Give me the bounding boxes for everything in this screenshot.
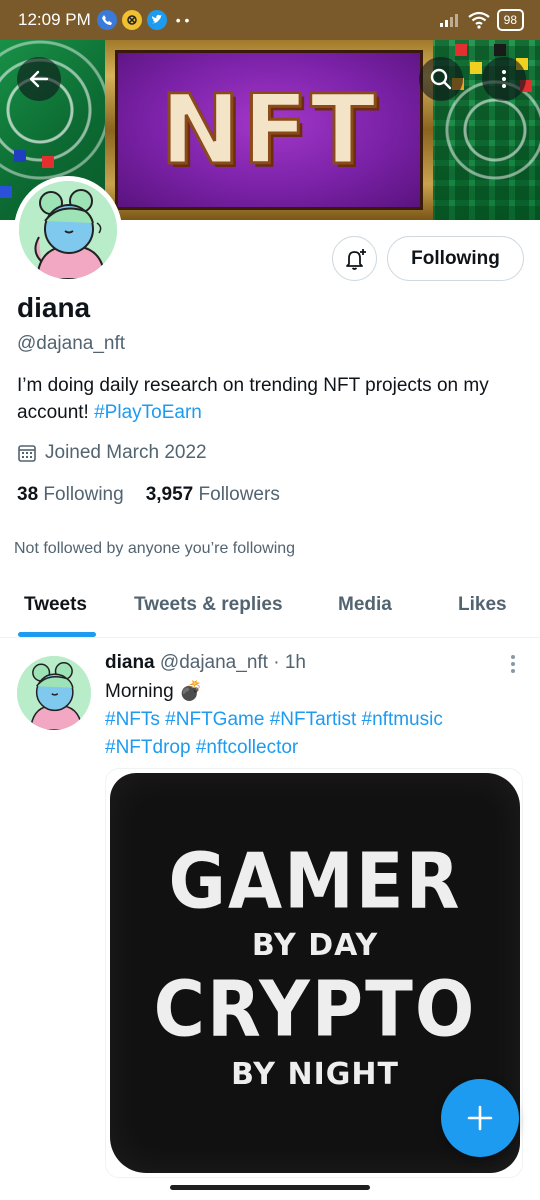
search-button[interactable] [419, 57, 463, 101]
joined-date: Joined March 2022 [17, 442, 207, 464]
tweet-time[interactable]: 1h [285, 652, 306, 673]
image-text-crypto: CRYPTO [153, 963, 477, 1055]
followers-count: 3,957 [145, 484, 194, 505]
app-notification-icon [121, 10, 142, 30]
home-indicator[interactable] [170, 1185, 370, 1190]
tweet-text-main: Morning [105, 681, 174, 702]
profile-avatar[interactable] [14, 176, 122, 284]
tweet-header: diana @dajana_nft · 1h [105, 652, 306, 674]
more-vertical-icon [502, 70, 506, 88]
profile-tabs: Tweets Tweets & replies Media Likes [0, 580, 540, 638]
tweet-author-name[interactable]: diana [105, 652, 155, 673]
notification-bell-add-icon [345, 248, 366, 270]
banner-pixel [494, 44, 506, 56]
following-count: 38 [17, 484, 39, 505]
following-label: Following [43, 484, 124, 505]
phone-icon [96, 10, 117, 30]
status-bar: 12:09 PM • • 98 [0, 0, 540, 40]
tab-tweets[interactable]: Tweets [24, 594, 87, 616]
compose-plus-icon [467, 1105, 493, 1131]
tweet-hashtags-line-1[interactable]: #NFTs #NFTGame #NFTartist #nftmusic [105, 706, 525, 734]
active-tab-indicator [18, 632, 96, 637]
not-followed-notice: Not followed by anyone you’re following [14, 540, 296, 557]
banner-text: NFT [159, 74, 378, 186]
nft-frame-image: NFT [105, 40, 433, 220]
banner-pixel [42, 156, 54, 168]
wifi-icon [467, 11, 490, 29]
notifications-button[interactable] [332, 236, 377, 281]
banner-pixel [0, 186, 12, 198]
tweet-author-handle[interactable]: @dajana_nft [160, 652, 268, 673]
tab-tweets-and-replies[interactable]: Tweets & replies [134, 594, 283, 616]
tweet-text: Morning 💣 #NFTs #NFTGame #NFTartist #nft… [105, 678, 525, 762]
tweet-separator: · [273, 652, 280, 673]
bio-text: I’m doing daily research on trending NFT… [17, 375, 489, 423]
profile-handle: @dajana_nft [17, 333, 126, 354]
battery-indicator: 98 [496, 9, 524, 31]
banner-pixel [455, 44, 467, 56]
follow-counts: 38 Following 3,957 Followers [17, 484, 280, 506]
tab-media[interactable]: Media [338, 594, 392, 616]
tweet-hashtags-line-2[interactable]: #NFTdrop #nftcollector [105, 734, 525, 762]
twitter-notification-icon [146, 10, 167, 30]
compose-tweet-button[interactable] [441, 1079, 519, 1157]
status-time: 12:09 PM [18, 10, 91, 29]
joined-text: Joined March 2022 [45, 442, 207, 463]
bio-hashtag-link[interactable]: #PlayToEarn [94, 402, 202, 423]
banner-pixel [14, 150, 26, 162]
signal-icon [439, 14, 458, 27]
image-text-gamer: GAMER [168, 835, 462, 926]
profile-name: diana [17, 292, 91, 323]
tweet-more-button[interactable] [503, 652, 523, 676]
following-count-link[interactable]: 38 Following [17, 484, 124, 506]
search-icon [430, 68, 452, 90]
back-button[interactable] [17, 57, 61, 101]
avatar-image [19, 181, 117, 279]
bomb-emoji: 💣 [178, 681, 203, 702]
image-text-by-night: BY NIGHT [231, 1056, 399, 1092]
following-button[interactable]: Following [387, 236, 524, 281]
more-options-button[interactable] [482, 57, 526, 101]
followers-count-link[interactable]: 3,957 Followers [146, 484, 280, 506]
tweet-avatar[interactable] [17, 656, 91, 730]
more-notifications-icon: • • [175, 12, 190, 28]
profile-bio: I’m doing daily research on trending NFT… [17, 372, 527, 426]
back-arrow-icon [29, 70, 49, 88]
image-text-by-day: BY DAY [251, 928, 379, 963]
followers-label: Followers [198, 484, 280, 505]
banner-pixel [470, 62, 482, 74]
tab-likes[interactable]: Likes [458, 594, 507, 616]
calendar-icon [18, 445, 36, 462]
